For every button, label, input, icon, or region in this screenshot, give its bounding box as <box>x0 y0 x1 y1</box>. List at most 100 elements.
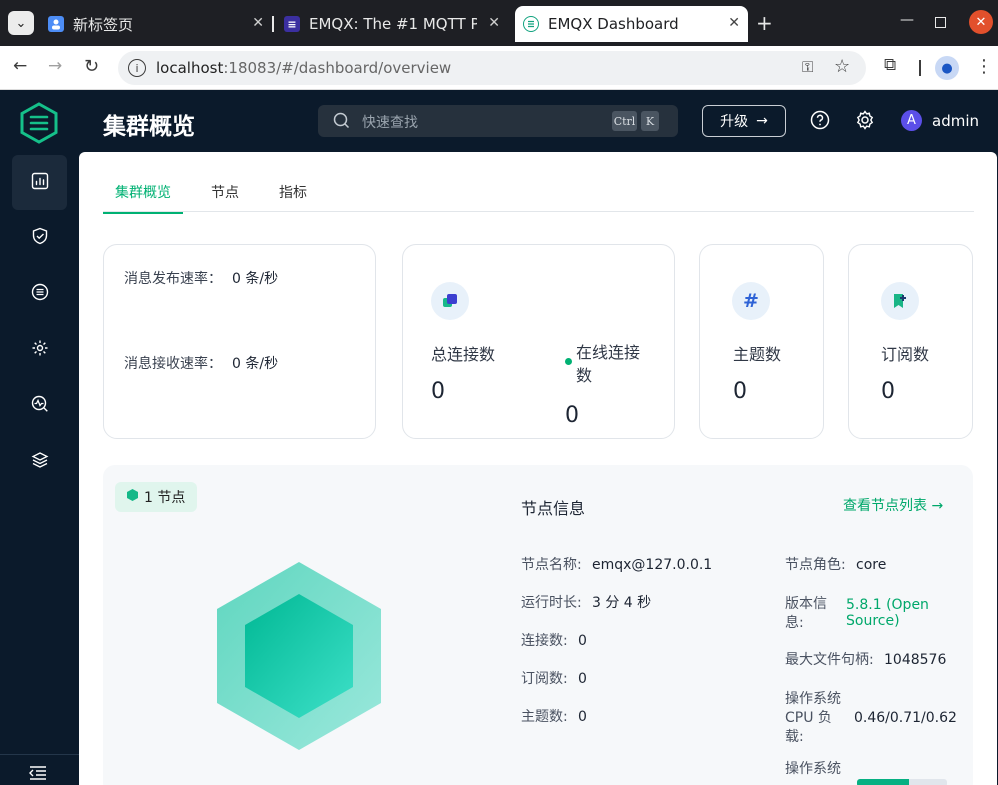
max-fds-value: 1048576 <box>884 652 947 668</box>
new-tab-icon <box>48 16 64 32</box>
site-info-icon[interactable]: i <box>128 59 146 77</box>
subscriptions-value: 0 <box>881 379 895 404</box>
page-title: 集群概览 <box>103 114 195 140</box>
browser-address-bar: ← → ↻ i localhost:18083/#/dashboard/over… <box>0 46 998 90</box>
arrow-right-icon: → <box>756 113 768 129</box>
memory-usage-bar <box>857 779 947 785</box>
close-tab-icon[interactable]: ✕ <box>252 15 264 31</box>
node-name-label: 节点名称: <box>521 557 582 573</box>
node-count-text: 1 节点 <box>144 490 186 506</box>
version-label: 版本信 息: <box>785 596 827 631</box>
search-placeholder: 快速查找 <box>362 115 418 131</box>
bookmark-add-icon <box>881 282 919 320</box>
shortcut-ctrl-key: Ctrl <box>612 111 637 131</box>
new-tab-button[interactable]: + <box>756 11 773 35</box>
node-role-value: core <box>856 557 887 573</box>
browser-tab-emqx-site[interactable]: ≡ EMQX: The #1 MQTT Pla ✕ <box>278 6 508 42</box>
tab-metrics[interactable]: 指标 <box>279 182 307 212</box>
sidebar-item-access-control[interactable] <box>12 210 67 265</box>
dashboard-icon <box>31 172 49 194</box>
tab-cluster-overview[interactable]: 集群概览 <box>103 182 183 214</box>
online-status-dot <box>565 358 572 365</box>
cpu-load-label: 操作系统 CPU 负载: <box>785 691 841 745</box>
close-tab-icon[interactable]: ✕ <box>728 15 740 31</box>
help-icon[interactable] <box>810 110 830 134</box>
total-connections-label: 总连接数 <box>431 345 496 364</box>
maximize-window-icon[interactable] <box>935 17 946 28</box>
user-avatar[interactable]: A <box>901 110 922 131</box>
node-name-value: emqx@127.0.0.1 <box>592 557 713 573</box>
tab-title: 新标签页 <box>73 15 134 34</box>
uptime-label: 运行时长: <box>521 595 582 611</box>
node-connections-value: 0 <box>578 633 587 649</box>
emqx-dashboard-icon <box>523 16 539 32</box>
close-window-button[interactable]: ✕ <box>969 10 993 34</box>
memory-usage-fill <box>857 779 910 785</box>
sidebar-item-integration[interactable] <box>12 266 67 321</box>
sidebar-item-diagnose[interactable] <box>12 378 67 433</box>
publish-rate-label: 消息发布速率： <box>124 271 222 287</box>
node-subscriptions-value: 0 <box>578 671 587 687</box>
close-tab-icon[interactable]: ✕ <box>488 15 500 31</box>
node-topics-label: 主题数: <box>521 709 568 725</box>
search-input[interactable]: 快速查找 Ctrl K <box>318 105 678 137</box>
publish-rate-value: 0 条/秒 <box>232 271 279 287</box>
tab-separator <box>272 16 274 32</box>
tab-search-button[interactable]: ⌄ <box>8 11 34 35</box>
sidebar-divider <box>0 754 79 755</box>
sidebar-item-management[interactable] <box>12 322 67 377</box>
tab-title: EMQX: The #1 MQTT Pla <box>309 15 477 33</box>
search-icon <box>333 112 350 133</box>
tab-nodes[interactable]: 节点 <box>211 182 239 212</box>
browser-tab-emqx-dashboard[interactable]: EMQX Dashboard ✕ <box>515 6 748 42</box>
hexagon-icon <box>127 489 138 505</box>
collapse-sidebar-icon[interactable] <box>29 765 47 785</box>
topics-value: 0 <box>733 379 747 404</box>
shortcut-k-key: K <box>641 111 659 131</box>
settings-gear-icon[interactable] <box>855 110 875 134</box>
browser-tab-bar: ⌄ 新标签页 ✕ ≡ EMQX: The #1 MQTT Pla ✕ EMQX … <box>0 0 998 46</box>
uptime-value: 3 分 4 秒 <box>592 595 652 611</box>
diagnose-icon <box>31 395 49 417</box>
node-role-label: 节点角色: <box>785 557 846 573</box>
emqx-site-icon: ≡ <box>284 16 300 32</box>
forward-icon[interactable]: → <box>48 56 62 76</box>
node-hexagon-graphic <box>217 562 381 754</box>
extensions-icon[interactable]: ⧉ <box>884 55 896 75</box>
view-node-list-link[interactable]: 查看节点列表 → <box>843 495 943 515</box>
back-icon[interactable]: ← <box>13 56 27 76</box>
max-fds-label: 最大文件句柄: <box>785 652 874 668</box>
upgrade-label: 升级 <box>720 114 749 130</box>
connections-icon <box>431 282 469 320</box>
message-rate-card: 消息发布速率： 0 条/秒 消息接收速率： 0 条/秒 <box>103 244 376 439</box>
node-count-badge[interactable]: 1 节点 <box>115 482 198 512</box>
receive-rate-label: 消息接收速率： <box>124 356 222 372</box>
profile-avatar-icon[interactable]: ● <box>935 56 959 80</box>
gear-icon <box>31 339 49 361</box>
upgrade-button[interactable]: 升级 → <box>702 105 786 137</box>
minimize-window-icon[interactable]: — <box>900 12 914 28</box>
emqx-logo-icon[interactable] <box>18 102 60 148</box>
version-value: 5.8.1 (Open Source) <box>846 597 929 629</box>
sidebar-item-dashboard[interactable] <box>12 155 67 210</box>
node-topics-value: 0 <box>578 709 587 725</box>
online-connections-value: 0 <box>565 403 579 428</box>
integration-icon <box>31 283 49 305</box>
node-info-title: 节点信息 <box>521 499 586 518</box>
node-connections-label: 连接数: <box>521 633 568 649</box>
cpu-load-value: 0.46/0.71/0.62 <box>854 710 957 726</box>
reload-icon[interactable]: ↻ <box>84 56 99 77</box>
username[interactable]: admin <box>932 112 979 130</box>
sidebar-item-clusters[interactable] <box>12 434 67 489</box>
url-field[interactable]: i localhost:18083/#/dashboard/overview ⚿… <box>118 51 866 85</box>
bookmark-star-icon[interactable]: ☆ <box>834 56 850 77</box>
subscriptions-label: 订阅数 <box>881 345 930 364</box>
main-content: 集群概览 节点 指标 消息发布速率： 0 条/秒 消息接收速率： 0 条/秒 总… <box>79 152 997 785</box>
hash-icon: # <box>732 282 770 320</box>
tab-title: EMQX Dashboard <box>548 15 679 33</box>
password-key-icon[interactable]: ⚿ <box>802 58 813 76</box>
browser-menu-icon[interactable]: ⋮ <box>975 56 993 78</box>
browser-tab-new[interactable]: 新标签页 ✕ <box>42 6 272 42</box>
connections-card: 总连接数 0 在线连接数 0 <box>402 244 675 439</box>
topics-label: 主题数 <box>733 345 782 364</box>
